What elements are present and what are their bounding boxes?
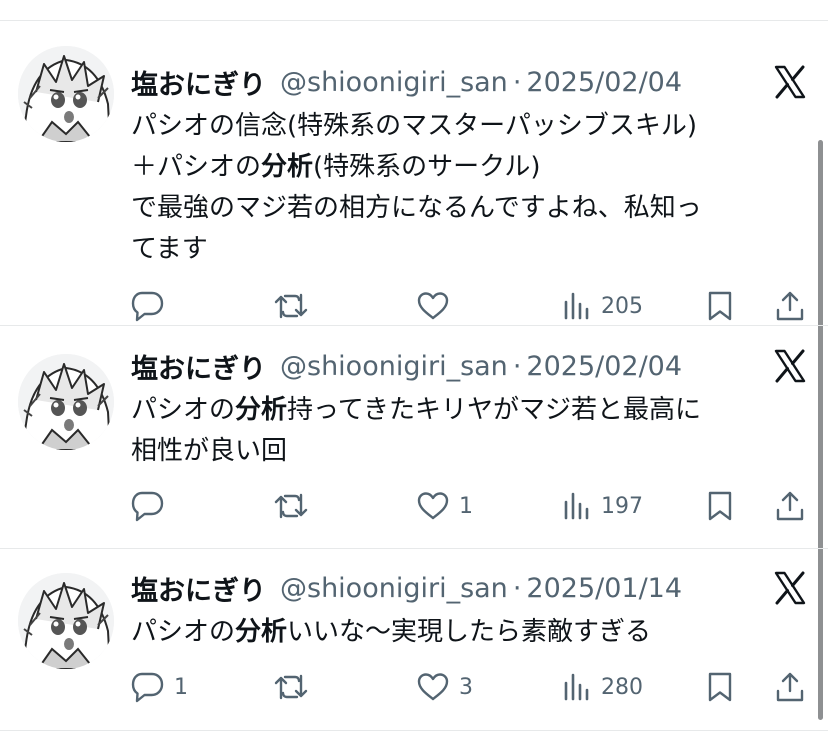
avatar[interactable]: [18, 46, 114, 142]
action-bar: 205: [0, 286, 828, 326]
x-logo-icon[interactable]: [772, 348, 808, 384]
separator-dot: ·: [512, 350, 522, 382]
tweet-text-line: で最強のマジ若の相方になるんですよね、私知っ: [131, 188, 803, 229]
tweet-text: パシオの信念(特殊系のマスターパッシブスキル) ＋パシオの分析(特殊系のサークル)…: [131, 106, 803, 270]
tweet-feed: 塩おにぎり @shioonigiri_san · 2025/02/04 パシオの…: [0, 0, 828, 736]
bookmark-button[interactable]: [706, 486, 734, 526]
x-logo-icon[interactable]: [772, 64, 808, 100]
share-icon: [776, 672, 804, 702]
like-button[interactable]: [416, 286, 459, 326]
text-segment: いいな〜実現したら素敵すぎる: [287, 617, 652, 647]
tweet-date[interactable]: 2025/02/04: [526, 351, 682, 382]
like-count: 3: [459, 674, 473, 700]
tweet-text-line: 相性が良い回: [131, 431, 803, 472]
bookmark-button[interactable]: [706, 667, 734, 707]
bookmark-button[interactable]: [706, 286, 734, 326]
highlighted-keyword: 分析: [235, 395, 288, 425]
tweet-text-line: パシオの分析いいな〜実現したら素敵すぎる: [131, 612, 803, 653]
action-bar: 1 197: [0, 486, 828, 526]
reply-button[interactable]: [131, 286, 174, 326]
tweet[interactable]: 塩おにぎり @shioonigiri_san · 2025/02/04 パシオの…: [0, 22, 828, 326]
tweet-header: 塩おにぎり @shioonigiri_san · 2025/02/04: [131, 62, 682, 102]
views-icon: [564, 673, 589, 701]
heart-icon: [417, 292, 449, 320]
action-bar: 1 3 280: [0, 667, 828, 707]
reply-icon: [131, 672, 164, 703]
tweet-text: パシオの分析いいな〜実現したら素敵すぎる: [131, 612, 803, 653]
tweet[interactable]: 塩おにぎり @shioonigiri_san · 2025/01/14 パシオの…: [0, 549, 828, 731]
share-button[interactable]: [774, 286, 806, 326]
share-button[interactable]: [774, 486, 806, 526]
tweet-text-line: てます: [131, 229, 803, 270]
text-segment: ＋パシオの: [131, 152, 262, 182]
share-icon: [776, 291, 804, 321]
share-icon: [776, 491, 804, 521]
repost-icon: [274, 293, 308, 319]
tweet-text: パシオの分析持ってきたキリヤがマジ若と最高に相性が良い回: [131, 390, 803, 472]
anime-character-avatar-icon: [18, 573, 114, 669]
views-icon: [564, 292, 589, 320]
anime-character-avatar-icon: [18, 46, 114, 142]
text-segment: パシオの信念(特殊系のマスターパッシブスキル): [131, 111, 698, 141]
repost-icon: [274, 674, 308, 700]
bookmark-icon: [708, 672, 732, 702]
like-button[interactable]: 1: [416, 486, 473, 526]
highlighted-keyword: 分析: [235, 617, 288, 647]
tweet-date[interactable]: 2025/01/14: [526, 573, 682, 604]
user-handle[interactable]: @shioonigiri_san: [280, 67, 508, 98]
reply-icon: [131, 291, 164, 322]
tweet-header: 塩おにぎり @shioonigiri_san · 2025/02/04: [131, 346, 682, 386]
share-button[interactable]: [774, 667, 806, 707]
reply-button[interactable]: [131, 486, 174, 526]
text-segment: 持ってきたキリヤがマジ若と最高に: [287, 395, 701, 425]
text-segment: パシオの: [131, 617, 236, 647]
separator-dot: ·: [512, 572, 522, 604]
display-name[interactable]: 塩おにぎり: [131, 347, 266, 386]
highlighted-keyword: 分析: [261, 152, 314, 182]
text-segment: てます: [131, 234, 208, 264]
repost-button[interactable]: [273, 667, 318, 707]
view-count: 205: [601, 293, 643, 319]
tweet-text-line: パシオの信念(特殊系のマスターパッシブスキル): [131, 106, 803, 147]
text-segment: (特殊系のサークル): [313, 152, 541, 182]
view-count: 197: [601, 493, 643, 519]
user-handle[interactable]: @shioonigiri_san: [280, 351, 508, 382]
avatar[interactable]: [18, 573, 114, 669]
tweet-text-line: ＋パシオの分析(特殊系のサークル): [131, 147, 803, 188]
views-button[interactable]: 280: [562, 667, 643, 707]
tweet-header: 塩おにぎり @shioonigiri_san · 2025/01/14: [131, 568, 682, 608]
display-name[interactable]: 塩おにぎり: [131, 569, 266, 608]
views-icon: [564, 492, 589, 520]
tweet[interactable]: 塩おにぎり @shioonigiri_san · 2025/02/04 パシオの…: [0, 326, 828, 549]
like-count: 1: [459, 493, 473, 519]
tweet-date[interactable]: 2025/02/04: [526, 67, 682, 98]
anime-character-avatar-icon: [18, 354, 114, 450]
avatar[interactable]: [18, 354, 114, 450]
views-button[interactable]: 197: [562, 486, 643, 526]
heart-icon: [417, 673, 449, 701]
like-button[interactable]: 3: [416, 667, 473, 707]
divider: [0, 20, 828, 21]
bookmark-icon: [708, 291, 732, 321]
text-segment: パシオの: [131, 395, 236, 425]
views-button[interactable]: 205: [562, 286, 643, 326]
tweet-text-line: パシオの分析持ってきたキリヤがマジ若と最高に: [131, 390, 803, 431]
reply-count: 1: [174, 674, 188, 700]
text-segment: で最強のマジ若の相方になるんですよね、私知っ: [131, 193, 702, 223]
bookmark-icon: [708, 491, 732, 521]
repost-icon: [274, 493, 308, 519]
user-handle[interactable]: @shioonigiri_san: [280, 573, 508, 604]
separator-dot: ·: [512, 66, 522, 98]
x-logo-icon[interactable]: [772, 570, 808, 606]
display-name[interactable]: 塩おにぎり: [131, 63, 266, 102]
reply-button[interactable]: 1: [131, 667, 188, 707]
repost-button[interactable]: [273, 286, 318, 326]
view-count: 280: [601, 674, 643, 700]
repost-button[interactable]: [273, 486, 318, 526]
text-segment: 相性が良い回: [131, 436, 288, 466]
reply-icon: [131, 491, 164, 522]
heart-icon: [417, 492, 449, 520]
